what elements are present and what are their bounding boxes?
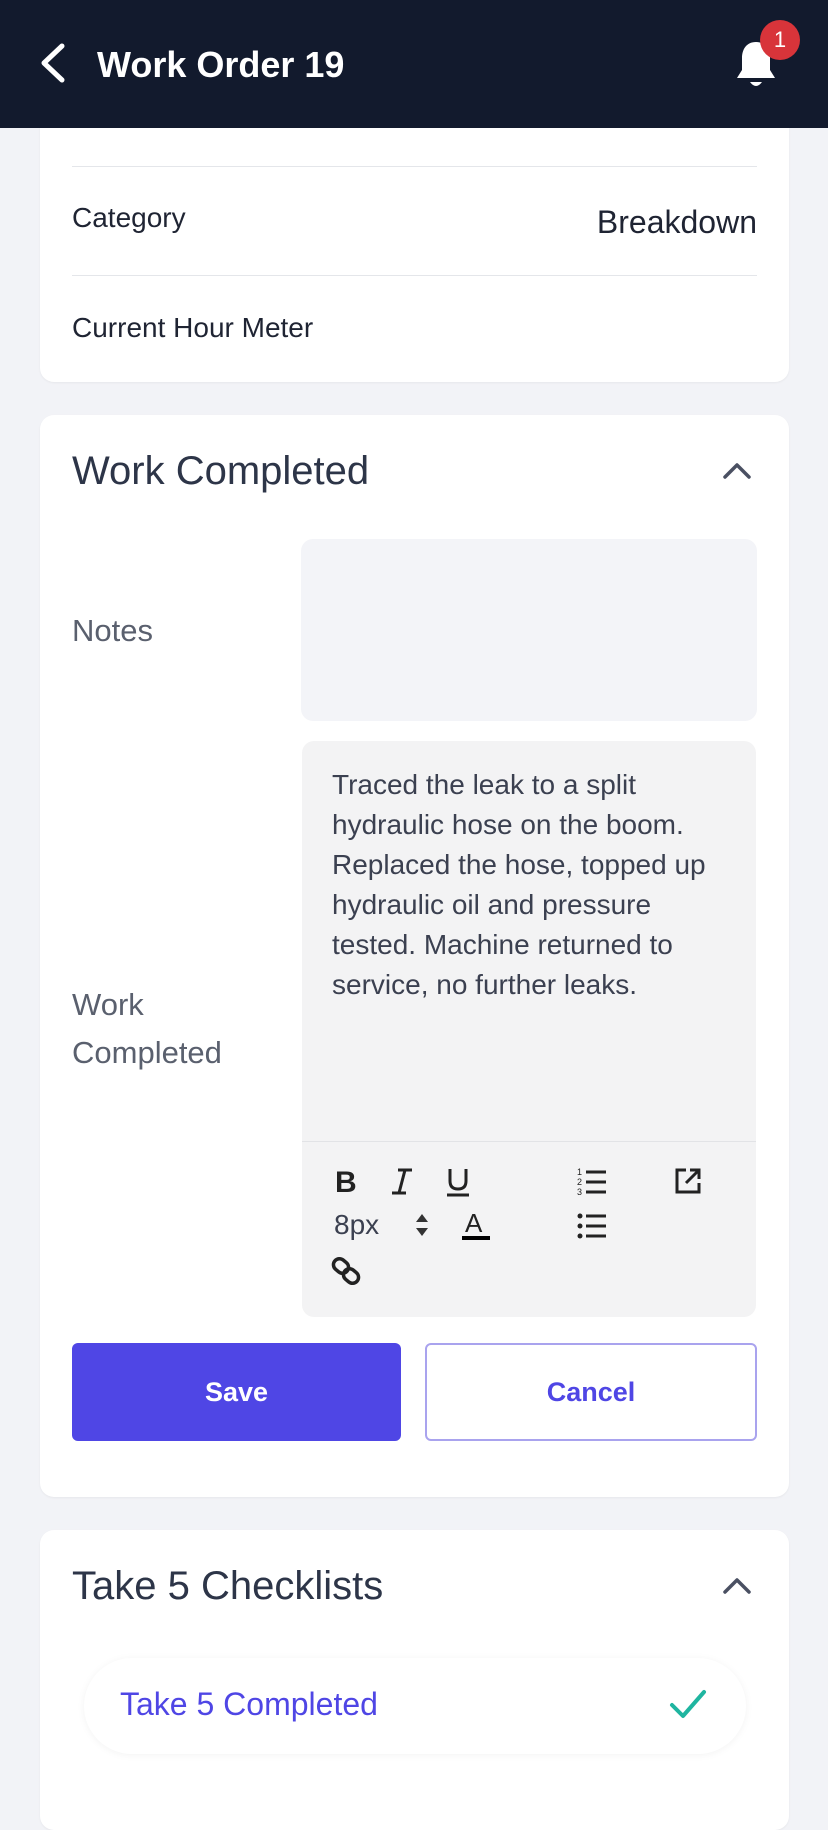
svg-text:1: 1 xyxy=(577,1167,582,1177)
cancel-button[interactable]: Cancel xyxy=(425,1343,757,1441)
font-size-stepper[interactable] xyxy=(404,1207,440,1243)
take5-completed-label: Take 5 Completed xyxy=(120,1686,378,1722)
back-button[interactable] xyxy=(36,40,72,86)
toolbar-divider xyxy=(302,1141,756,1142)
svg-text:B: B xyxy=(335,1166,357,1197)
notes-input[interactable] xyxy=(301,539,757,721)
italic-icon xyxy=(392,1168,412,1195)
svg-text:2: 2 xyxy=(577,1177,582,1187)
rich-text-editor: Traced the leak to a split hydraulic hos… xyxy=(302,741,756,1317)
bold-icon: B xyxy=(335,1166,357,1197)
chevron-up-icon xyxy=(723,463,751,479)
divider xyxy=(72,275,757,276)
work-completed-card: Work Completed Notes Work Completed Trac… xyxy=(40,415,789,1497)
checkmark-icon xyxy=(670,1690,706,1718)
link-icon xyxy=(331,1256,361,1286)
svg-text:3: 3 xyxy=(577,1187,582,1197)
category-value: Breakdown xyxy=(596,204,757,240)
text-color-icon: A xyxy=(462,1209,490,1240)
numbered-list-button[interactable]: 1 2 3 xyxy=(574,1163,610,1199)
collapse-button[interactable] xyxy=(721,461,753,481)
chevron-left-icon xyxy=(41,43,65,83)
underline-button[interactable] xyxy=(440,1163,476,1199)
take5-completed-item[interactable]: Take 5 Completed xyxy=(84,1658,746,1754)
italic-button[interactable] xyxy=(384,1163,420,1199)
svg-text:A: A xyxy=(465,1209,483,1238)
external-link-icon xyxy=(675,1168,701,1194)
work-order-details-card: Category Breakdown Current Hour Meter xyxy=(40,100,789,382)
bold-button[interactable]: B xyxy=(328,1163,364,1199)
hour-meter-label: Current Hour Meter xyxy=(72,312,314,343)
save-button[interactable]: Save xyxy=(72,1343,401,1441)
bullet-list-icon xyxy=(577,1213,606,1239)
collapse-button[interactable] xyxy=(721,1576,753,1596)
top-app-bar: Work Order 19 1 xyxy=(0,0,828,128)
work-completed-text-area[interactable]: Traced the leak to a split hydraulic hos… xyxy=(332,765,732,1005)
section-title: Work Completed xyxy=(72,449,370,493)
text-color-button[interactable]: A xyxy=(458,1207,494,1243)
numbered-list-icon: 1 2 3 xyxy=(577,1167,606,1197)
insert-link-button[interactable] xyxy=(328,1253,364,1289)
notes-label: Notes xyxy=(72,613,153,648)
up-down-arrows-icon xyxy=(416,1214,428,1236)
chevron-up-icon xyxy=(723,1578,751,1594)
underline-icon xyxy=(447,1169,469,1197)
notification-badge: 1 xyxy=(760,20,800,60)
category-label: Category xyxy=(72,202,186,233)
divider xyxy=(72,166,757,167)
bullet-list-button[interactable] xyxy=(574,1207,610,1243)
font-size-select[interactable]: 8px xyxy=(334,1209,379,1241)
section-title: Take 5 Checklists xyxy=(72,1564,384,1608)
open-external-button[interactable] xyxy=(670,1163,706,1199)
take5-checklists-card: Take 5 Checklists Take 5 Completed xyxy=(40,1530,789,1830)
page-title: Work Order 19 xyxy=(97,44,345,85)
work-completed-label: Work Completed xyxy=(72,987,222,1070)
